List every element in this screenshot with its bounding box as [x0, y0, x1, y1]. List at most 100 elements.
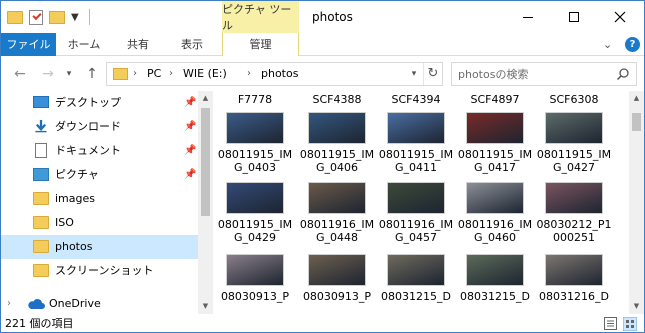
file-item[interactable]: SCF6308	[535, 93, 613, 106]
file-item[interactable]: 08011915_IMG_0417	[456, 112, 534, 178]
onedrive-icon	[28, 299, 45, 309]
window-title: photos	[312, 10, 353, 24]
file-item[interactable]: 08031216_D	[535, 254, 613, 314]
expand-chevron-icon[interactable]: ›	[7, 292, 11, 314]
new-folder-icon[interactable]	[49, 10, 65, 24]
pin-icon[interactable]: 📌	[184, 169, 196, 180]
folder-icon	[113, 68, 128, 80]
scroll-down-icon[interactable]: ▼	[198, 299, 213, 314]
breadcrumb-chevron-icon[interactable]: ›	[247, 63, 251, 85]
scrollbar-thumb[interactable]	[632, 113, 641, 131]
details-view-icon[interactable]	[604, 317, 617, 330]
nav-item-documents[interactable]: ドキュメント 📌	[1, 139, 198, 163]
nav-item-onedrive[interactable]: › OneDrive	[1, 292, 198, 314]
properties-icon[interactable]	[29, 9, 43, 25]
file-item[interactable]: 08011915_IMG_0427	[535, 112, 613, 178]
pin-icon[interactable]: 📌	[184, 121, 196, 132]
customize-toolbar-icon[interactable]: ▼	[71, 12, 79, 23]
refresh-icon[interactable]: ↻	[423, 63, 442, 85]
file-name: 08031215_D	[381, 290, 451, 303]
tab-share[interactable]: 共有	[112, 33, 164, 56]
file-item[interactable]: 08011916_IMG_0448	[298, 182, 376, 248]
breadcrumb-photos[interactable]: photos	[261, 63, 298, 85]
thumbnail-image	[308, 182, 366, 214]
file-item[interactable]: 08011915_IMG_0403	[216, 112, 294, 178]
file-item[interactable]: SCF4394	[377, 93, 455, 106]
pin-icon[interactable]: 📌	[184, 145, 196, 156]
file-item[interactable]: 08030212_P1000251	[535, 182, 613, 248]
content-scrollbar[interactable]: ▲ ▼	[629, 91, 644, 314]
scroll-up-icon[interactable]: ▲	[629, 91, 644, 106]
forward-arrow-icon[interactable]: →	[39, 65, 57, 83]
nav-item-images[interactable]: images	[1, 187, 198, 211]
file-item[interactable]: 08031215_D	[456, 254, 534, 314]
file-item[interactable]: F7778	[216, 93, 294, 106]
file-item[interactable]: 08011916_IMG_0460	[456, 182, 534, 248]
search-box[interactable]	[451, 62, 637, 86]
nav-item-downloads[interactable]: ダウンロード 📌	[1, 115, 198, 139]
back-arrow-icon[interactable]: ←	[11, 65, 29, 83]
thumbnail-image	[308, 254, 366, 286]
nav-item-photos[interactable]: photos	[1, 235, 198, 259]
file-name: 08011915_IMG_0417	[457, 148, 533, 174]
item-count: 221 個の項目	[5, 317, 74, 330]
nav-item-label: images	[55, 192, 95, 205]
file-name: 08031216_D	[539, 290, 609, 303]
breadcrumb-chevron-icon[interactable]: ›	[169, 63, 173, 85]
tab-file[interactable]: ファイル	[1, 33, 56, 56]
breadcrumb-drive[interactable]: WIE (E:)	[183, 63, 227, 85]
up-arrow-icon[interactable]: ↑	[83, 65, 101, 83]
status-bar: 221 個の項目	[1, 314, 644, 332]
address-history-icon[interactable]: ▾	[405, 63, 423, 85]
address-bar[interactable]: › PC › WIE (E:) › photos ▾ ↻	[106, 62, 443, 86]
file-item[interactable]: SCF4897	[456, 93, 534, 106]
nav-item-screenshots[interactable]: スクリーンショット	[1, 259, 198, 283]
thumbnail-image	[466, 112, 524, 144]
search-input[interactable]	[458, 66, 608, 82]
file-name: 08011915_IMG_0427	[536, 148, 612, 174]
file-item[interactable]: 08011915_IMG_0406	[298, 112, 376, 178]
scroll-up-icon[interactable]: ▲	[198, 91, 213, 106]
nav-item-label: スクリーンショット	[55, 264, 154, 277]
tab-home[interactable]: ホーム	[56, 33, 112, 56]
nav-item-desktop[interactable]: デスクトップ 📌	[1, 91, 198, 115]
maximize-button[interactable]	[551, 1, 597, 33]
file-name: 08030212_P1000251	[536, 218, 612, 244]
file-name: SCF4388	[312, 93, 362, 106]
file-item[interactable]: 08030913_P	[216, 254, 294, 314]
file-item[interactable]: 08031215_D	[377, 254, 455, 314]
file-name: SCF4897	[470, 93, 520, 106]
explorer-window: ▼ ピクチャ ツール photos ファイル ホーム 共有 表示 管理 ⌄ ? …	[0, 0, 645, 333]
tab-manage[interactable]: 管理	[222, 33, 299, 56]
nav-scrollbar[interactable]: ▲ ▼	[198, 91, 213, 314]
search-icon[interactable]	[616, 67, 630, 81]
recent-locations-icon[interactable]: ▾	[63, 65, 75, 83]
pin-icon[interactable]: 📌	[184, 97, 196, 108]
help-icon[interactable]: ?	[625, 37, 640, 52]
large-icons-view-icon[interactable]	[623, 317, 637, 331]
file-name: 08011916_IMG_0457	[378, 218, 454, 244]
folder-icon	[33, 192, 49, 205]
expand-ribbon-icon[interactable]: ⌄	[603, 38, 612, 51]
file-name: 08031215_D	[460, 290, 530, 303]
file-name: 08011916_IMG_0460	[457, 218, 533, 244]
maximize-icon	[569, 12, 579, 22]
nav-item-iso[interactable]: ISO	[1, 211, 198, 235]
file-item[interactable]: 08011915_IMG_0429	[216, 182, 294, 248]
tab-view[interactable]: 表示	[164, 33, 220, 56]
file-name: 08011916_IMG_0448	[299, 218, 375, 244]
close-button[interactable]	[597, 1, 643, 33]
thumbnail-image	[308, 112, 366, 144]
file-item[interactable]: 08011915_IMG_0411	[377, 112, 455, 178]
thumbnail-image	[387, 254, 445, 286]
breadcrumb-chevron-icon[interactable]: ›	[133, 63, 137, 85]
file-item[interactable]: 08011916_IMG_0457	[377, 182, 455, 248]
scrollbar-thumb[interactable]	[201, 108, 210, 216]
nav-item-pictures[interactable]: ピクチャ 📌	[1, 163, 198, 187]
minimize-button[interactable]	[505, 1, 551, 33]
file-item[interactable]: SCF4388	[298, 93, 376, 106]
breadcrumb-pc[interactable]: PC	[147, 63, 161, 85]
file-item[interactable]: 08030913_P	[298, 254, 376, 314]
nav-item-label: OneDrive	[49, 297, 101, 310]
scroll-down-icon[interactable]: ▼	[629, 299, 644, 314]
